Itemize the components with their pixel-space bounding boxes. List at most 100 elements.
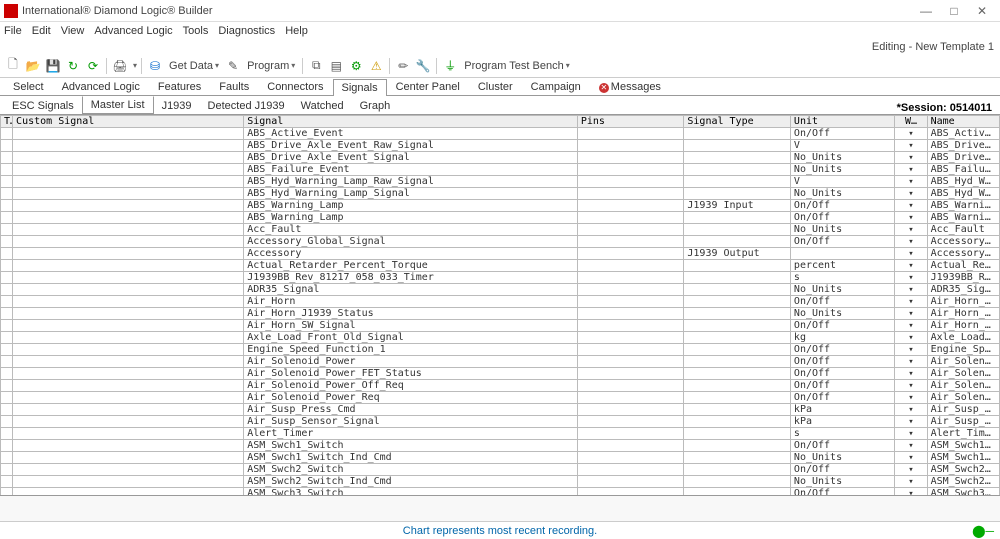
table-row[interactable]: Air_Solenoid_Power_FET_StatusOn/Off▾Air_… [1,368,1000,380]
table-row[interactable]: Actual_Retarder_Percent_Torquepercent▾Ac… [1,260,1000,272]
table-row[interactable]: Air_Susp_Press_CmdkPa▾Air_Susp_… [1,404,1000,416]
table-row[interactable]: Accessory_Global_SignalOn/Off▾Accessory… [1,236,1000,248]
save-icon[interactable]: 💾 [44,57,62,75]
menu-file[interactable]: File [4,25,22,37]
dropdown-icon[interactable]: ▾ [908,261,913,271]
table-row[interactable]: Alert_Timers▾Alert_Timer [1,428,1000,440]
tab-connectors[interactable]: Connectors [258,78,332,95]
table-row[interactable]: ADR35_SignalNo_Units▾ADR35_Signal [1,284,1000,296]
plug-icon[interactable]: ⏚ [441,57,459,75]
dropdown-icon[interactable]: ▾ [908,213,913,223]
table-row[interactable]: Air_Horn_J1939_StatusNo_Units▾Air_Horn_… [1,308,1000,320]
refresh-icon[interactable]: ↻ [64,57,82,75]
tab-features[interactable]: Features [149,78,210,95]
table-row[interactable]: ABS_Active_EventOn/Off▾ABS_Active… [1,128,1000,140]
dropdown-icon[interactable]: ▾ [908,201,913,211]
dropdown-icon[interactable]: ▾ [908,165,913,175]
table-row[interactable]: ASM_Swch3_SwitchOn/Off▾ASM_Swch3… [1,488,1000,496]
col-custom-signal[interactable]: Custom Signal [13,116,244,128]
table-row[interactable]: ABS_Failure_EventNo_Units▾ABS_Failure… [1,164,1000,176]
dropdown-icon[interactable]: ▾ [908,441,913,451]
table-row[interactable]: ASM_Swch1_Switch_Ind_CmdNo_Units▾ASM_Swc… [1,452,1000,464]
dropdown-icon[interactable]: ▾ [908,405,913,415]
col-signal-type[interactable]: Signal Type [684,116,791,128]
db-icon[interactable]: ⛁ [146,57,164,75]
dropdown-icon[interactable]: ▾ [908,321,913,331]
dropdown-icon[interactable]: ▾ [908,225,913,235]
dropdown-icon[interactable]: ▾ [908,333,913,343]
subtab-watched[interactable]: Watched [293,97,352,114]
subtab-detected-j1939[interactable]: Detected J1939 [200,97,293,114]
subtab-j1939[interactable]: J1939 [154,97,200,114]
warn-icon[interactable]: ⚠ [367,57,385,75]
dropdown-icon[interactable]: ▾ [908,249,913,259]
get-data-button[interactable]: Get Data▾ [166,60,222,72]
dropdown-icon[interactable]: ▾ [908,177,913,187]
close-button[interactable]: ✕ [968,4,996,18]
dropdown-icon[interactable]: ▾ [908,153,913,163]
table-row[interactable]: Acc_FaultNo_Units▾Acc_Fault [1,224,1000,236]
table-row[interactable]: ABS_Drive_Axle_Event_SignalNo_Units▾ABS_… [1,152,1000,164]
table-row[interactable]: Air_HornOn/Off▾Air_Horn_Cmd [1,296,1000,308]
table-row[interactable]: ASM_Swch2_Switch_Ind_CmdNo_Units▾ASM_Swc… [1,476,1000,488]
dropdown-icon[interactable]: ▾ [908,237,913,247]
dropdown-icon[interactable]: ▾ [908,345,913,355]
tab-center-panel[interactable]: Center Panel [387,78,469,95]
dropdown-icon[interactable]: ▾ [908,129,913,139]
dropdown-icon[interactable]: ▾ [908,465,913,475]
dropdown-icon[interactable]: ▾ [908,309,913,319]
tab-faults[interactable]: Faults [210,78,258,95]
table-row[interactable]: AccessoryJ1939 Output▾Accessory… [1,248,1000,260]
dropdown-icon[interactable]: ▾ [908,297,913,307]
dropdown-icon[interactable]: ▾ [908,393,913,403]
dropdown-icon[interactable]: ▾ [908,477,913,487]
wand-icon[interactable]: ✎ [224,57,242,75]
dropdown-icon[interactable]: ▾ [908,417,913,427]
tab-cluster[interactable]: Cluster [469,78,522,95]
tab-select[interactable]: Select [4,78,53,95]
menu-help[interactable]: Help [285,25,308,37]
menu-diagnostics[interactable]: Diagnostics [218,25,275,37]
table-row[interactable]: ABS_Hyd_Warning_Lamp_SignalNo_Units▾ABS_… [1,188,1000,200]
subtab-master-list[interactable]: Master List [82,96,154,114]
print-icon[interactable]: 🖨 [111,57,129,75]
dropdown-icon[interactable]: ▾ [908,189,913,199]
dropdown-icon[interactable]: ▾ [908,141,913,151]
table-row[interactable]: Air_Solenoid_Power_ReqOn/Off▾Air_Solen… [1,392,1000,404]
col-name[interactable]: Name [927,116,999,128]
program-test-bench-button[interactable]: Program Test Bench▾ [461,60,572,72]
table-row[interactable]: Air_Solenoid_PowerOn/Off▾Air_Solen… [1,356,1000,368]
menu-view[interactable]: View [61,25,85,37]
col-unit[interactable]: Unit [790,116,895,128]
dropdown-icon[interactable]: ▾ [908,453,913,463]
gear-icon[interactable]: ⚙ [347,57,365,75]
col-w[interactable]: W… [895,116,927,128]
dropdown-icon[interactable]: ▾ [133,61,137,70]
table-row[interactable]: Air_Solenoid_Power_Off_ReqOn/Off▾Air_Sol… [1,380,1000,392]
dropdown-icon[interactable]: ▾ [908,285,913,295]
table-row[interactable]: ABS_Drive_Axle_Event_Raw_SignalV▾ABS_Dri… [1,140,1000,152]
col-t[interactable]: T [1,116,13,128]
col-pins[interactable]: Pins [577,116,684,128]
tab-campaign[interactable]: Campaign [522,78,590,95]
table-row[interactable]: ABS_Warning_LampJ1939 InputOn/Off▾ABS_Wa… [1,200,1000,212]
tab-advanced-logic[interactable]: Advanced Logic [53,78,149,95]
table-row[interactable]: J1939BB_Rev_81217_058_033_Timers▾J1939BB… [1,272,1000,284]
signals-grid[interactable]: T Custom Signal Signal Pins Signal Type … [0,114,1000,495]
table-row[interactable]: ASM_Swch2_SwitchOn/Off▾ASM_Swch2… [1,464,1000,476]
table-row[interactable]: ABS_Hyd_Warning_Lamp_Raw_SignalV▾ABS_Hyd… [1,176,1000,188]
edit-icon[interactable]: ✏ [394,57,412,75]
program-button[interactable]: Program▾ [244,60,298,72]
table-row[interactable]: ASM_Swch1_SwitchOn/Off▾ASM_Swch1… [1,440,1000,452]
menu-edit[interactable]: Edit [32,25,51,37]
copy-icon[interactable]: ⧉ [307,57,325,75]
dropdown-icon[interactable]: ▾ [908,273,913,283]
minimize-button[interactable]: — [912,4,940,18]
table-row[interactable]: Engine_Speed_Function_1On/Off▾Engine_Sp… [1,344,1000,356]
maximize-button[interactable]: □ [940,4,968,18]
table-row[interactable]: ABS_Warning_LampOn/Off▾ABS_Warni… [1,212,1000,224]
subtab-graph[interactable]: Graph [352,97,399,114]
table-row[interactable]: Air_Susp_Sensor_SignalkPa▾Air_Susp_… [1,416,1000,428]
col-signal[interactable]: Signal [244,116,578,128]
new-icon[interactable]: 🗋 [4,57,22,75]
